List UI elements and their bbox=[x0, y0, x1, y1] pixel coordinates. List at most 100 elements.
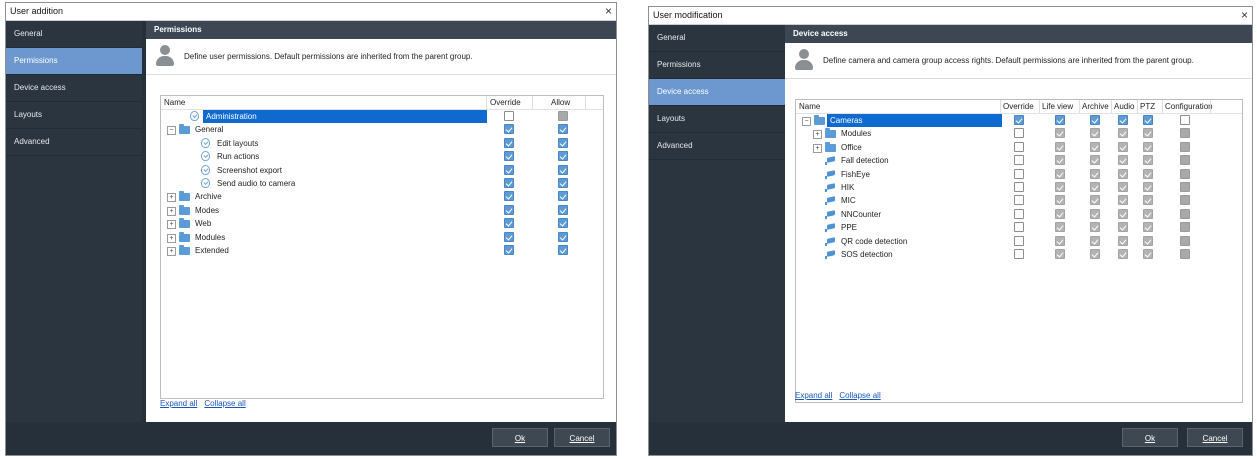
permission-checkbox[interactable] bbox=[1055, 155, 1065, 166]
permission-checkbox[interactable] bbox=[1143, 222, 1153, 233]
tree-item-label[interactable]: Edit layouts bbox=[214, 137, 261, 150]
permission-checkbox[interactable] bbox=[1118, 115, 1128, 125]
permission-checkbox[interactable] bbox=[1055, 195, 1065, 206]
permission-checkbox[interactable] bbox=[504, 204, 514, 215]
permission-checkbox[interactable] bbox=[504, 124, 514, 135]
permission-checkbox[interactable] bbox=[1180, 235, 1190, 246]
permission-checkbox[interactable] bbox=[1014, 248, 1024, 259]
permission-checkbox[interactable] bbox=[1055, 208, 1065, 219]
permission-checkbox[interactable] bbox=[1090, 208, 1100, 219]
permission-checkbox[interactable] bbox=[1118, 155, 1128, 166]
permission-checkbox[interactable] bbox=[1014, 195, 1024, 206]
permission-checkbox[interactable] bbox=[558, 137, 568, 148]
sidebar-item-advanced[interactable]: Advanced bbox=[6, 129, 142, 156]
permission-checkbox[interactable] bbox=[1143, 181, 1153, 192]
permission-checkbox[interactable] bbox=[1118, 181, 1128, 192]
tree-item-label[interactable]: Run actions bbox=[214, 150, 262, 163]
permission-checkbox[interactable] bbox=[504, 151, 514, 162]
permission-checkbox[interactable] bbox=[1118, 248, 1128, 259]
sidebar-item-permissions[interactable]: Permissions bbox=[6, 48, 142, 75]
permission-checkbox[interactable] bbox=[1014, 155, 1024, 166]
permission-checkbox[interactable] bbox=[1014, 168, 1024, 179]
sidebar-item-permissions[interactable]: Permissions bbox=[649, 52, 785, 79]
permission-checkbox[interactable] bbox=[1090, 181, 1100, 192]
permission-checkbox[interactable] bbox=[1180, 128, 1190, 139]
permission-checkbox[interactable] bbox=[1143, 195, 1153, 206]
tree-item-label[interactable]: Screenshot export bbox=[214, 164, 285, 177]
permission-checkbox[interactable] bbox=[1118, 235, 1128, 246]
sidebar-item-advanced[interactable]: Advanced bbox=[649, 133, 785, 160]
permission-checkbox[interactable] bbox=[1055, 141, 1065, 152]
expand-all-link[interactable]: Expand all bbox=[795, 391, 832, 400]
tree-item-label[interactable]: Administration bbox=[203, 110, 487, 123]
collapse-all-link[interactable]: Collapse all bbox=[204, 399, 245, 408]
permission-checkbox[interactable] bbox=[1014, 208, 1024, 219]
permission-checkbox[interactable] bbox=[1090, 155, 1100, 166]
expand-icon[interactable]: + bbox=[167, 206, 176, 216]
cancel-button[interactable]: Cancel bbox=[554, 428, 610, 447]
permission-checkbox[interactable] bbox=[1090, 195, 1100, 206]
permission-checkbox[interactable] bbox=[1055, 248, 1065, 259]
permission-checkbox[interactable] bbox=[1090, 141, 1100, 152]
tree-item-label[interactable]: MIC bbox=[838, 194, 859, 207]
sidebar-item-layouts[interactable]: Layouts bbox=[649, 106, 785, 133]
permission-checkbox[interactable] bbox=[1143, 248, 1153, 259]
expand-icon[interactable]: + bbox=[813, 130, 822, 140]
ok-button[interactable]: Ok bbox=[492, 428, 548, 447]
tree-item-label[interactable]: Fall detection bbox=[838, 154, 892, 167]
tree-item-label[interactable]: Extended bbox=[192, 244, 232, 257]
permission-checkbox[interactable] bbox=[1180, 168, 1190, 179]
permission-checkbox[interactable] bbox=[1014, 181, 1024, 192]
tree-item-label[interactable]: HIK bbox=[838, 181, 857, 194]
tree-item-label[interactable]: FishEye bbox=[838, 168, 873, 181]
permission-checkbox[interactable] bbox=[1143, 235, 1153, 246]
permission-checkbox[interactable] bbox=[1055, 168, 1065, 179]
tree-item-label[interactable]: PPE bbox=[838, 221, 860, 234]
permission-checkbox[interactable] bbox=[1118, 208, 1128, 219]
permission-checkbox[interactable] bbox=[1090, 115, 1100, 125]
tree-item-label[interactable]: Send audio to camera bbox=[214, 177, 298, 190]
permission-checkbox[interactable] bbox=[1055, 115, 1065, 125]
permission-checkbox[interactable] bbox=[1143, 128, 1153, 139]
permission-checkbox[interactable] bbox=[1143, 115, 1153, 125]
permission-checkbox[interactable] bbox=[1180, 181, 1190, 192]
permission-checkbox[interactable] bbox=[558, 244, 568, 255]
permission-checkbox[interactable] bbox=[1180, 141, 1190, 152]
collapse-icon[interactable]: − bbox=[802, 117, 811, 126]
permission-checkbox[interactable] bbox=[1014, 235, 1024, 246]
permission-checkbox[interactable] bbox=[1090, 168, 1100, 179]
permission-checkbox[interactable] bbox=[504, 191, 514, 202]
permission-checkbox[interactable] bbox=[1180, 208, 1190, 219]
permission-checkbox[interactable] bbox=[1055, 181, 1065, 192]
permission-checkbox[interactable] bbox=[1118, 141, 1128, 152]
permission-checkbox[interactable] bbox=[558, 124, 568, 135]
permission-checkbox[interactable] bbox=[1090, 235, 1100, 246]
permission-checkbox[interactable] bbox=[1118, 222, 1128, 233]
expand-all-link[interactable]: Expand all bbox=[160, 399, 197, 408]
permission-checkbox[interactable] bbox=[1090, 222, 1100, 233]
permission-checkbox[interactable] bbox=[1180, 222, 1190, 233]
permission-checkbox[interactable] bbox=[558, 191, 568, 202]
permission-checkbox[interactable] bbox=[504, 164, 514, 175]
permission-checkbox[interactable] bbox=[1143, 155, 1153, 166]
permission-checkbox[interactable] bbox=[504, 177, 514, 188]
permission-checkbox[interactable] bbox=[1180, 248, 1190, 259]
expand-icon[interactable]: + bbox=[167, 246, 176, 256]
tree-item-label[interactable]: Office bbox=[838, 141, 865, 154]
close-icon[interactable]: × bbox=[1241, 8, 1248, 22]
permission-checkbox[interactable] bbox=[504, 137, 514, 148]
expand-icon[interactable]: + bbox=[167, 220, 176, 230]
permission-checkbox[interactable] bbox=[1143, 208, 1153, 219]
permission-checkbox[interactable] bbox=[558, 204, 568, 215]
expand-icon[interactable]: + bbox=[167, 193, 176, 203]
permission-checkbox[interactable] bbox=[1090, 248, 1100, 259]
collapse-icon[interactable]: − bbox=[167, 126, 176, 136]
tree-item-label[interactable]: QR code detection bbox=[838, 235, 910, 248]
permission-checkbox[interactable] bbox=[1055, 222, 1065, 233]
permission-checkbox[interactable] bbox=[504, 218, 514, 229]
tree-item-label[interactable]: Modes bbox=[192, 204, 222, 217]
tree-item-label[interactable]: Modules bbox=[192, 231, 228, 244]
tree-item-label[interactable]: NNCounter bbox=[838, 208, 884, 221]
permission-checkbox[interactable] bbox=[504, 111, 514, 121]
sidebar-item-device-access[interactable]: Device access bbox=[6, 75, 142, 102]
